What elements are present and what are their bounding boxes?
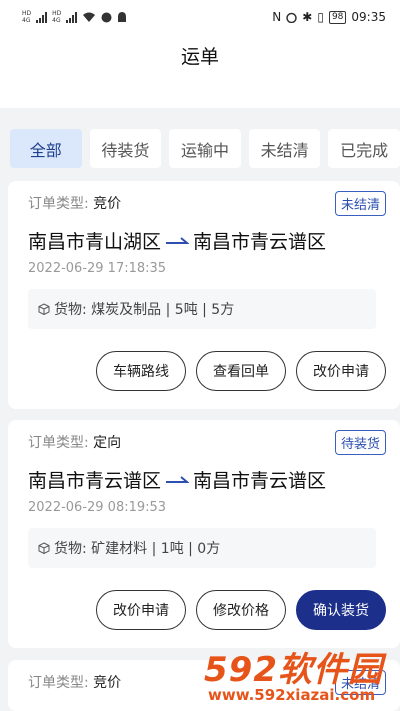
order-type-value: 竞价	[93, 675, 122, 691]
sim1-label: HD 4G	[22, 10, 32, 24]
tab-in-transit[interactable]: 运输中	[169, 129, 241, 168]
route: 南昌市青山湖区 南昌市青云谱区	[28, 227, 326, 254]
tab-completed[interactable]: 已完成	[328, 129, 400, 168]
goods-text: 货物: 煤炭及制品 | 5吨 | 5方	[54, 302, 235, 318]
vehicle-route-button[interactable]: 车辆路线	[96, 351, 186, 391]
route-to: 南昌市青云谱区	[193, 231, 327, 253]
battery-icon: 98	[328, 10, 347, 24]
watermark-logo: 592软件园 www.592xiazai.com	[196, 640, 400, 711]
arrow-right-icon	[166, 475, 190, 483]
order-card[interactable]: 订单类型: 定向 待装货 南昌市青云谱区 南昌市青云谱区 2022-06-29 …	[8, 420, 400, 648]
route-from: 南昌市青云谱区	[28, 470, 162, 492]
tab-pending-load[interactable]: 待装货	[89, 129, 162, 168]
status-badge: 未结清	[334, 191, 386, 216]
clock: 09:35	[351, 10, 386, 24]
tab-bar: 全部 待装货 运输中 未结清 已完成	[10, 129, 400, 168]
confirm-loading-button[interactable]: 确认装货	[296, 590, 386, 630]
route-to: 南昌市青云谱区	[193, 470, 327, 492]
card-actions: 车辆路线 查看回单 改价申请	[96, 351, 386, 391]
tab-unsettled[interactable]: 未结清	[248, 129, 321, 168]
order-type-label: 订单类型:	[28, 435, 89, 451]
order-type: 订单类型: 竞价	[28, 672, 121, 692]
order-type-label: 订单类型:	[28, 196, 89, 212]
card-actions: 改价申请 修改价格 确认装货	[96, 590, 386, 630]
status-bar: HD 4G HD 4G N ✱ ▯ 98 09:35	[0, 0, 400, 34]
goods-info: 货物: 煤炭及制品 | 5吨 | 5方	[28, 289, 376, 329]
order-type: 订单类型: 定向	[28, 432, 121, 452]
nfc-icon: N	[272, 10, 282, 24]
status-right: N ✱ ▯ 98 09:35	[272, 10, 386, 24]
order-type-value: 定向	[93, 435, 122, 451]
page-title: 运单	[180, 46, 219, 68]
alarm-icon	[286, 12, 298, 23]
tab-all[interactable]: 全部	[10, 129, 82, 168]
box-icon	[38, 303, 50, 315]
globe-icon	[101, 12, 112, 22]
bluetooth-icon: ✱	[302, 10, 313, 24]
arrow-right-icon	[166, 236, 190, 244]
order-type-value: 竞价	[93, 196, 122, 212]
route-from: 南昌市青山湖区	[28, 231, 162, 253]
signal-icon	[36, 11, 48, 23]
goods-info: 货物: 矿建材料 | 1吨 | 0方	[28, 528, 376, 568]
signal-icon	[66, 11, 78, 23]
order-type: 订单类型: 竞价	[28, 193, 121, 213]
vibrate-icon: ▯	[317, 10, 324, 24]
notification-icon	[118, 11, 127, 22]
sim2-label: HD 4G	[52, 10, 62, 24]
status-left: HD 4G HD 4G	[22, 10, 127, 24]
watermark-brand: 592软件园	[204, 650, 383, 690]
page-header: 运单	[0, 34, 400, 108]
price-change-request-button[interactable]: 改价申请	[96, 590, 186, 630]
route: 南昌市青云谱区 南昌市青云谱区	[28, 466, 326, 493]
order-card[interactable]: 订单类型: 竞价 未结清 南昌市青山湖区 南昌市青云谱区 2022-06-29 …	[8, 181, 400, 409]
order-type-label: 订单类型:	[28, 675, 89, 691]
watermark-url: www.592xiazai.com	[208, 686, 376, 704]
view-receipt-button[interactable]: 查看回单	[196, 351, 286, 391]
modify-price-button[interactable]: 修改价格	[196, 590, 286, 630]
price-change-request-button[interactable]: 改价申请	[296, 351, 386, 391]
order-datetime: 2022-06-29 08:19:53	[28, 500, 167, 515]
wifi-icon	[83, 12, 96, 22]
status-badge: 待装货	[334, 430, 386, 455]
order-datetime: 2022-06-29 17:18:35	[28, 261, 167, 276]
goods-text: 货物: 矿建材料 | 1吨 | 0方	[54, 541, 221, 557]
box-icon	[38, 542, 50, 554]
